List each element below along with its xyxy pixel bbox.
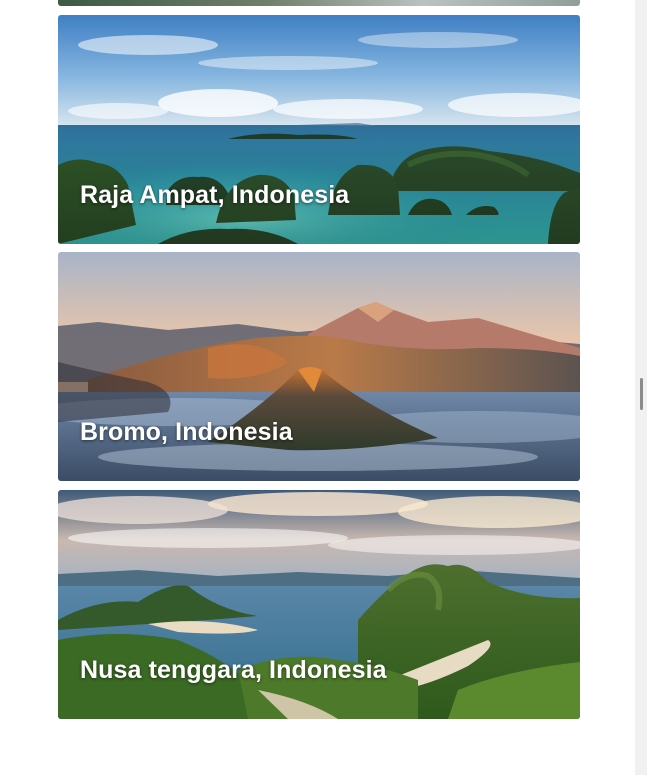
destination-title: Nusa tenggara, Indonesia: [80, 656, 387, 684]
destination-photo: [58, 0, 580, 6]
page-scrollbar[interactable]: [635, 0, 647, 775]
destination-list-page: Raja Ampat, Indonesia Bromo, Indonesia N…: [0, 0, 647, 775]
scrollbar-thumb[interactable]: [640, 378, 643, 410]
destination-card-bromo[interactable]: Bromo, Indonesia: [58, 252, 580, 481]
destination-title: Bromo, Indonesia: [80, 418, 293, 446]
destination-title: Raja Ampat, Indonesia: [80, 181, 350, 209]
destination-card-previous[interactable]: [58, 0, 580, 6]
destination-card-raja-ampat[interactable]: Raja Ampat, Indonesia: [58, 15, 580, 244]
destination-card-nusa-tenggara[interactable]: Nusa tenggara, Indonesia: [58, 490, 580, 719]
